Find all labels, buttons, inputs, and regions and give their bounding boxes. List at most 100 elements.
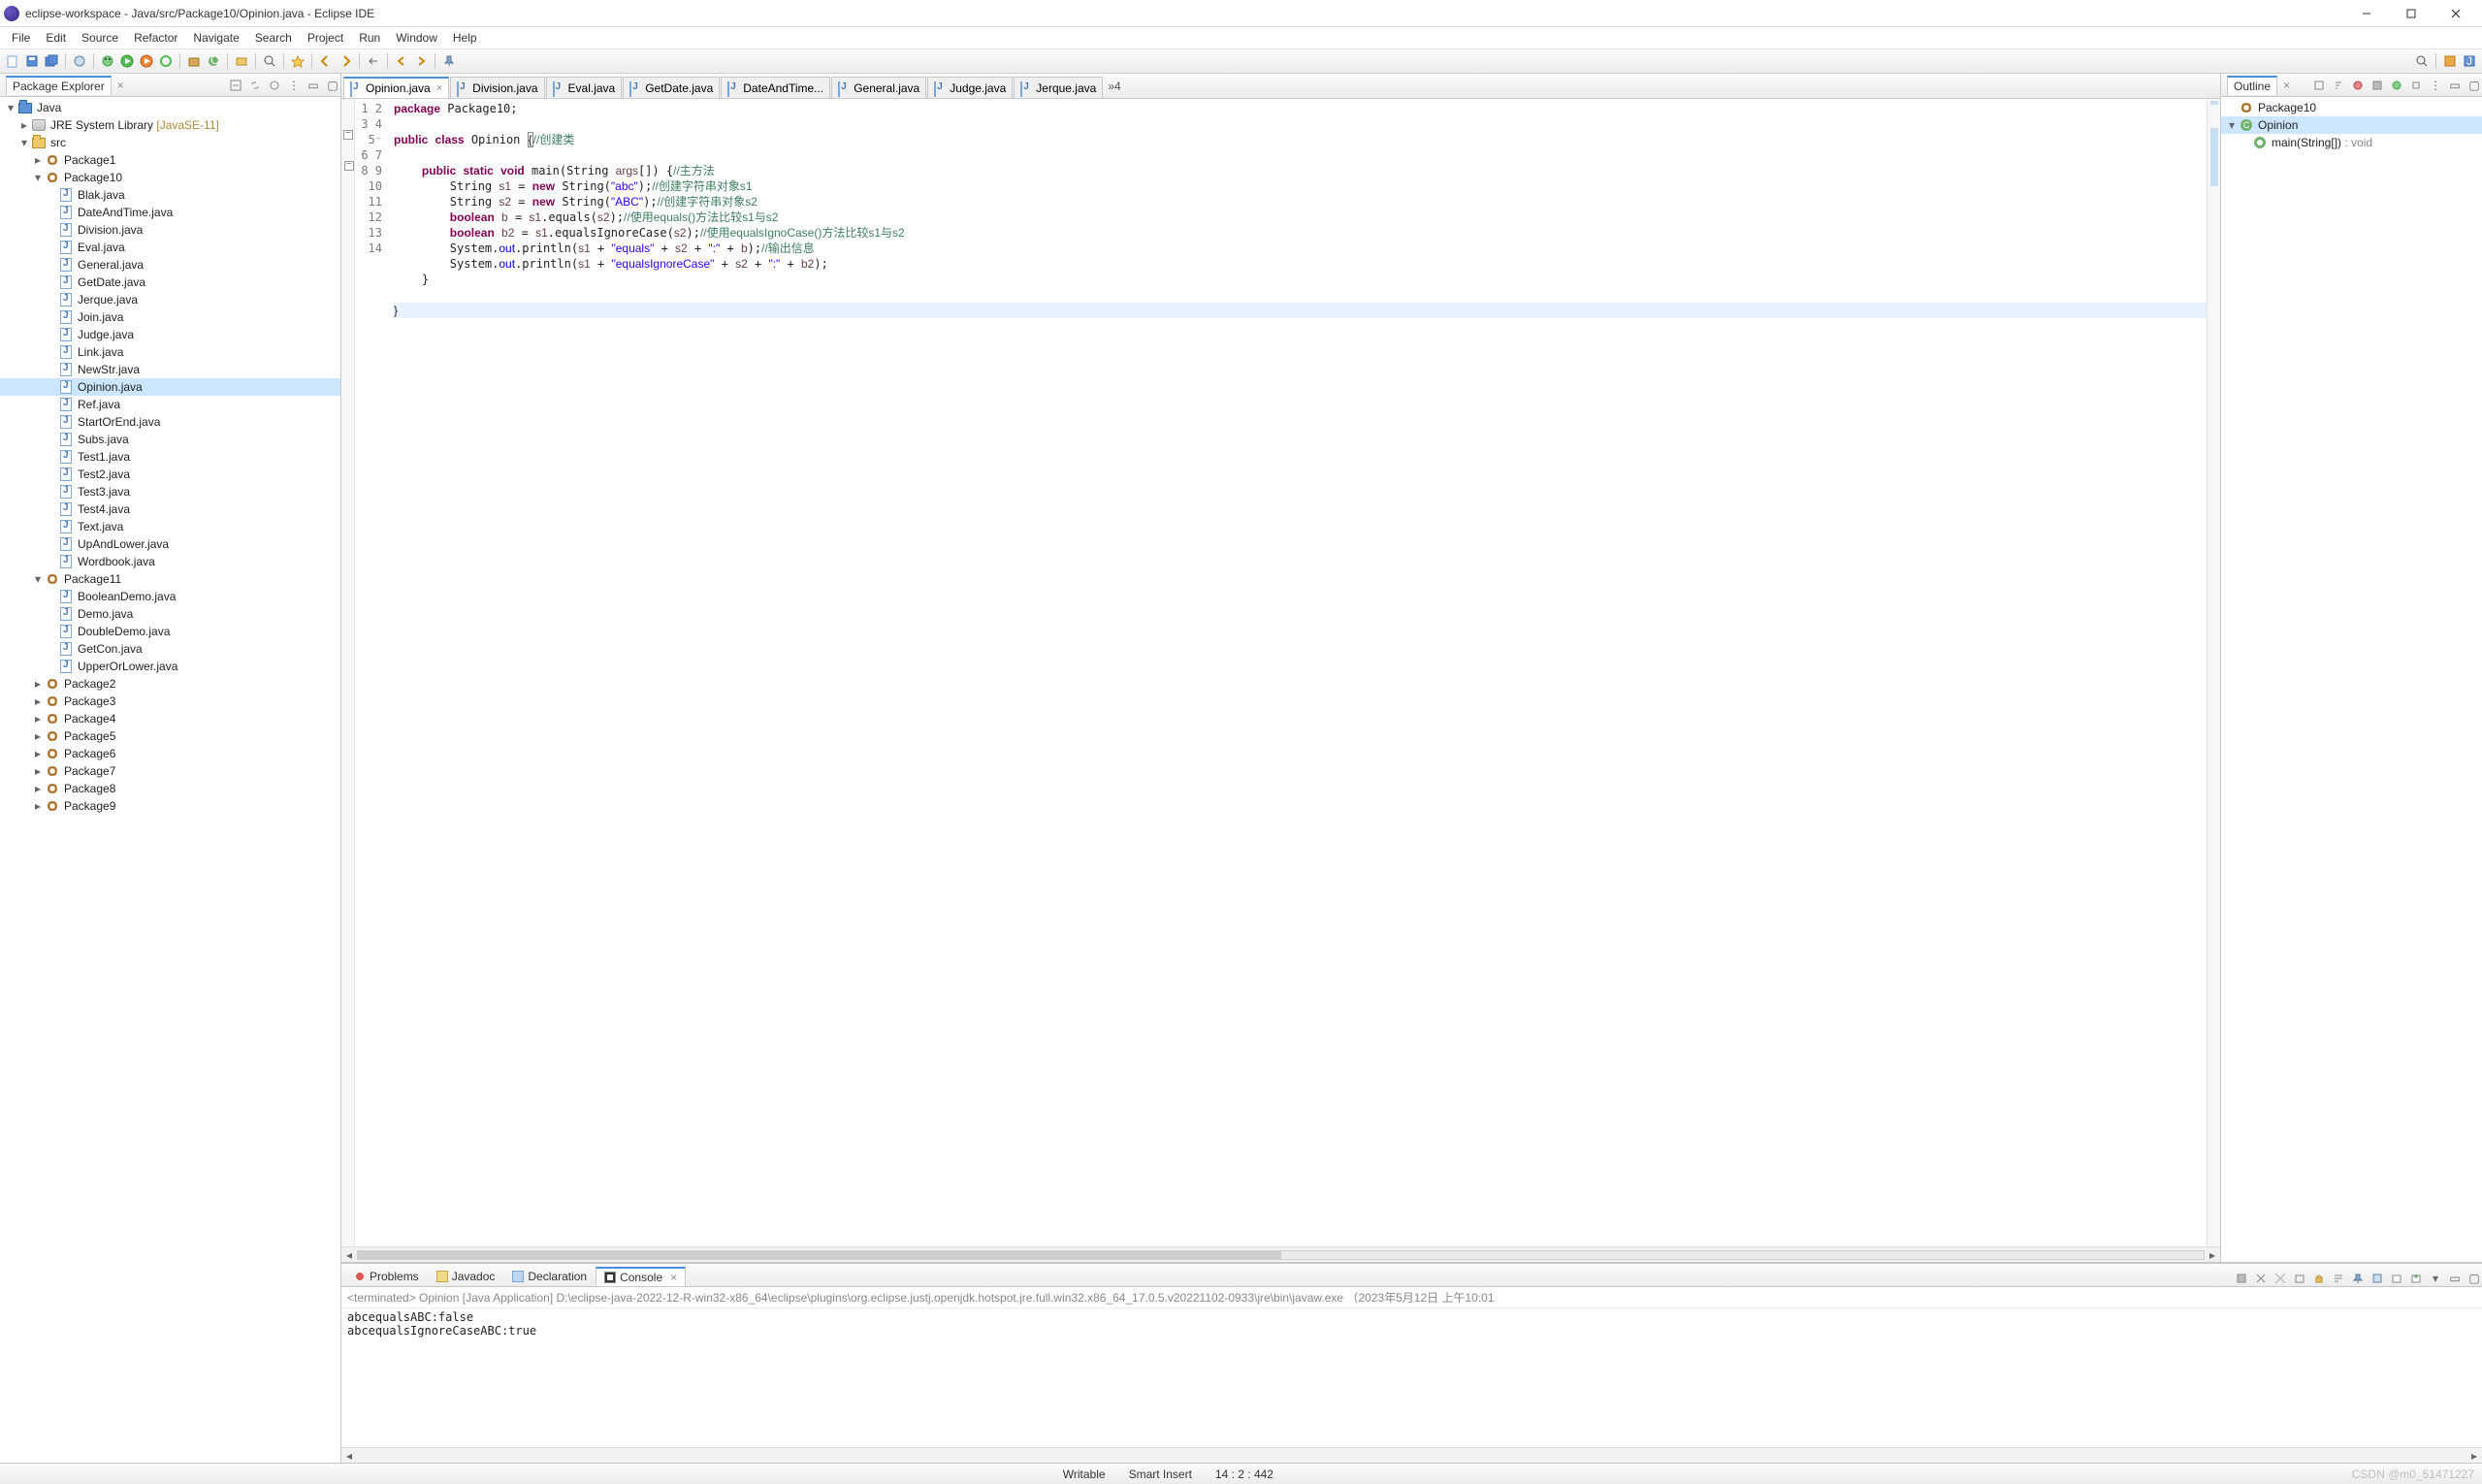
tree-package[interactable]: ▸Package1 (0, 151, 340, 169)
maximize-view-icon[interactable]: ▢ (325, 78, 340, 93)
tree-package[interactable]: ▸Package2 (0, 675, 340, 693)
tree-package[interactable]: ▸Package8 (0, 780, 340, 797)
line-number-gutter[interactable]: 1 2 3 4 5⁻ 6 7 8 9 10 11 12 13 14 (355, 99, 388, 1246)
menu-search[interactable]: Search (247, 29, 300, 47)
tree-file[interactable]: ▸NewStr.java (0, 361, 340, 378)
package-explorer-title[interactable]: Package Explorer (6, 76, 112, 95)
editor-hscrollbar[interactable]: ◂ ▸ (341, 1246, 2220, 1262)
package-explorer-tree[interactable]: ▾Java▸JRE System Library [JavaSE-11]▾src… (0, 97, 340, 1463)
editor-tab[interactable]: Jerque.java (1014, 77, 1103, 98)
next-edit-button[interactable] (337, 52, 354, 70)
menu-refactor[interactable]: Refactor (126, 29, 185, 47)
tree-package[interactable]: ▾Package10 (0, 169, 340, 186)
java-perspective-button[interactable]: J (2461, 52, 2478, 70)
word-wrap-icon[interactable] (2331, 1271, 2346, 1286)
outline-close-icon[interactable]: × (2279, 79, 2294, 92)
outline-item-method[interactable]: ▾ main(String[]) : void (2221, 134, 2482, 151)
editor-tab[interactable]: Judge.java (927, 77, 1013, 98)
fold-marker-icon[interactable] (344, 161, 354, 171)
fold-marker-icon[interactable] (343, 130, 353, 140)
outline-tree[interactable]: ▾ Package10 ▾ C Opinion ▾ main(Str (2221, 97, 2482, 1262)
editor-tab[interactable]: DateAndTime... (721, 77, 830, 98)
remove-all-icon[interactable] (2272, 1271, 2288, 1286)
tree-package[interactable]: ▸Package7 (0, 762, 340, 780)
tree-package[interactable]: ▸Package9 (0, 797, 340, 815)
tree-file[interactable]: ▸StartOrEnd.java (0, 413, 340, 431)
tree-file[interactable]: ▸Test2.java (0, 466, 340, 483)
hide-fields-icon[interactable] (2350, 78, 2366, 93)
maximize-button[interactable] (2389, 0, 2434, 27)
outline-item-package[interactable]: ▾ Package10 (2221, 99, 2482, 116)
previous-edit-button[interactable] (317, 52, 335, 70)
collapse-all-icon[interactable] (228, 78, 243, 93)
hide-static-icon[interactable] (2369, 78, 2385, 93)
search-button[interactable] (261, 52, 278, 70)
code-area[interactable]: package Package10; public class Opinion … (388, 99, 2207, 1246)
tree-package[interactable]: ▾Package11 (0, 570, 340, 588)
tree-file[interactable]: ▸DoubleDemo.java (0, 623, 340, 640)
tree-file[interactable]: ▸Join.java (0, 308, 340, 326)
new-package-button[interactable] (185, 52, 203, 70)
menu-file[interactable]: File (4, 29, 38, 47)
back-button[interactable] (393, 52, 410, 70)
scroll-right-icon[interactable]: ▸ (2205, 1247, 2220, 1263)
tree-file[interactable]: ▸Text.java (0, 518, 340, 535)
run-button[interactable] (118, 52, 136, 70)
tree-project[interactable]: ▾Java (0, 99, 340, 116)
pin-console-icon[interactable] (2350, 1271, 2366, 1286)
clear-console-icon[interactable] (2292, 1271, 2307, 1286)
tree-file[interactable]: ▸BooleanDemo.java (0, 588, 340, 605)
toggle-mark-button[interactable] (289, 52, 306, 70)
hide-local-icon[interactable] (2408, 78, 2424, 93)
tree-file[interactable]: ▸Ref.java (0, 396, 340, 413)
remove-launch-icon[interactable] (2253, 1271, 2269, 1286)
view-menu-icon[interactable]: ⋮ (286, 78, 302, 93)
tree-file[interactable]: ▸Demo.java (0, 605, 340, 623)
tree-file[interactable]: ▸DateAndTime.java (0, 204, 340, 221)
tab-declaration[interactable]: Declaration (503, 1267, 596, 1286)
console-dropdown-icon[interactable]: ▾ (2428, 1271, 2443, 1286)
tree-package[interactable]: ▸Package3 (0, 693, 340, 710)
menu-edit[interactable]: Edit (38, 29, 74, 47)
minimize-view-icon[interactable]: ▭ (306, 78, 321, 93)
tree-package[interactable]: ▸Package4 (0, 710, 340, 727)
tree-file[interactable]: ▸Jerque.java (0, 291, 340, 308)
link-editor-icon[interactable] (247, 78, 263, 93)
hide-nonpublic-icon[interactable] (2389, 78, 2404, 93)
tab-javadoc[interactable]: Javadoc (428, 1267, 504, 1286)
run-last-button[interactable] (157, 52, 175, 70)
menu-help[interactable]: Help (445, 29, 485, 47)
console-tab-close-icon[interactable]: × (670, 1271, 677, 1284)
outline-view-menu-icon[interactable]: ⋮ (2428, 78, 2443, 93)
tree-src[interactable]: ▾src (0, 134, 340, 151)
close-button[interactable] (2434, 0, 2478, 27)
focus-task-icon[interactable] (267, 78, 282, 93)
menu-run[interactable]: Run (351, 29, 388, 47)
overview-mark[interactable] (2210, 101, 2218, 105)
open-console-icon[interactable] (2389, 1271, 2404, 1286)
new-console-icon[interactable] (2408, 1271, 2424, 1286)
tree-file[interactable]: ▸Division.java (0, 221, 340, 239)
editor-tab[interactable]: Division.java (450, 77, 544, 98)
tree-file[interactable]: ▸Wordbook.java (0, 553, 340, 570)
open-type-button[interactable] (71, 52, 88, 70)
tree-file[interactable]: ▸GetCon.java (0, 640, 340, 658)
package-explorer-close-icon[interactable]: × (113, 79, 128, 92)
last-edit-location-button[interactable] (365, 52, 382, 70)
editor-ruler[interactable] (341, 99, 355, 1246)
console-hscrollbar[interactable]: ◂ ▸ (341, 1447, 2482, 1463)
tree-file[interactable]: ▸UpAndLower.java (0, 535, 340, 553)
tree-file[interactable]: ▸Test4.java (0, 500, 340, 518)
outline-title[interactable]: Outline (2227, 76, 2277, 95)
tree-file[interactable]: ▸Judge.java (0, 326, 340, 343)
scroll-right-icon[interactable]: ▸ (2466, 1448, 2482, 1464)
focus-active-icon[interactable] (2311, 78, 2327, 93)
console-minimize-icon[interactable]: ▭ (2447, 1271, 2463, 1286)
menu-source[interactable]: Source (74, 29, 126, 47)
console-output[interactable]: abcequalsABC:false abcequalsIgnoreCaseAB… (341, 1308, 2482, 1447)
menu-project[interactable]: Project (300, 29, 351, 47)
editor-tab[interactable]: Opinion.java× (343, 77, 449, 98)
tree-package[interactable]: ▸Package5 (0, 727, 340, 745)
save-button[interactable] (23, 52, 41, 70)
tree-file[interactable]: ▸Test3.java (0, 483, 340, 500)
